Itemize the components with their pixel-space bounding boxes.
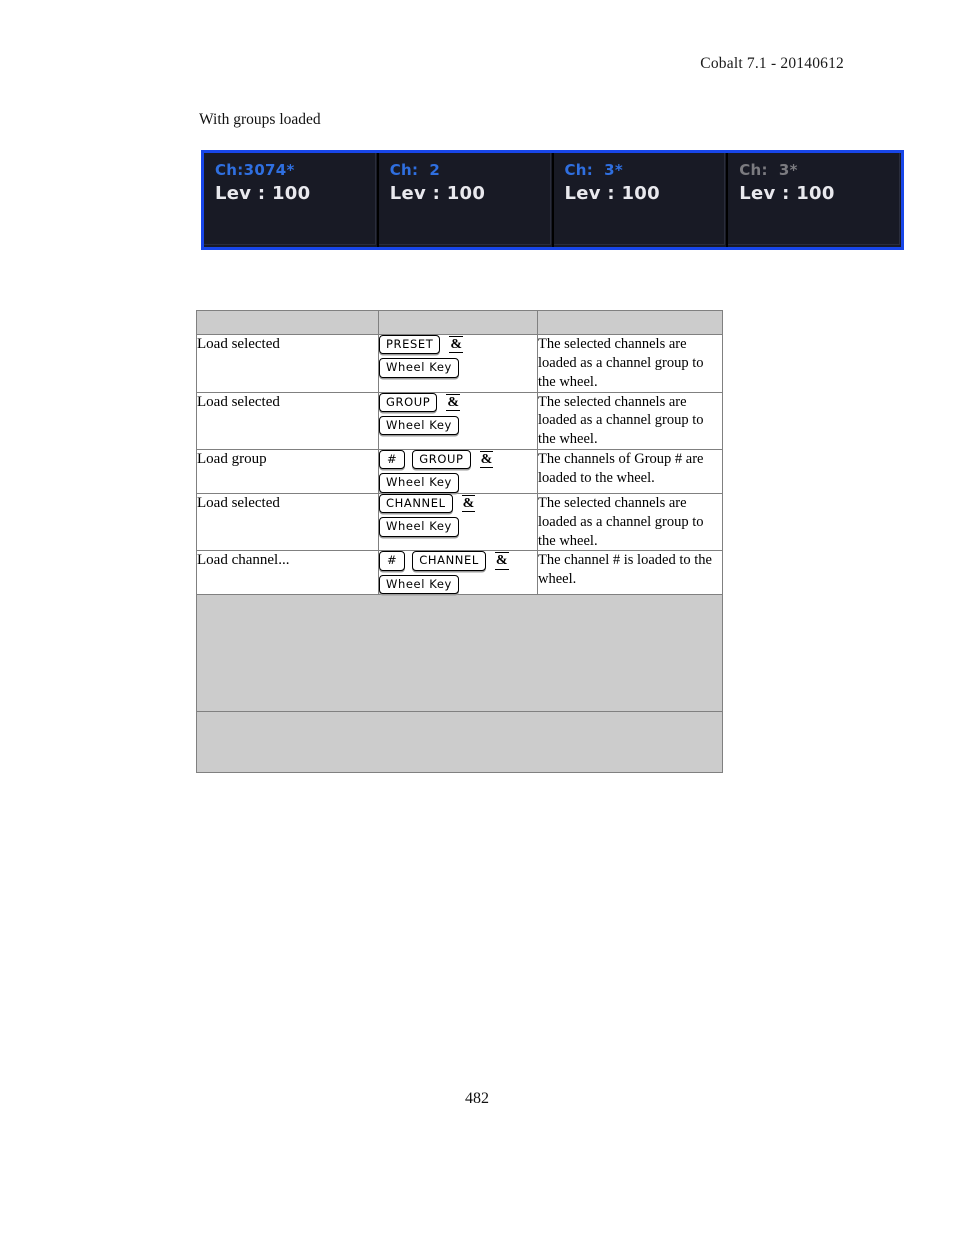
action-label: Load selected (196, 334, 379, 393)
key-combo-line-2: Wheel Key (379, 473, 537, 493)
keycap-wheel-key[interactable]: Wheel Key (379, 517, 459, 537)
key-combo-line-1: # CHANNEL & (379, 551, 537, 571)
channel-cell[interactable]: Ch: 3* Lev : 100 (553, 153, 729, 247)
key-combo-cell: GROUP & Wheel Key (378, 391, 538, 451)
channel-label: Ch: 2 (389, 161, 441, 179)
and-operator: & (479, 451, 494, 469)
filler-cell (196, 594, 723, 713)
keycap-[interactable]: # (379, 551, 406, 571)
channel-display-panel: Ch:3074* Lev : 100 Ch: 2 Lev : 100 Ch: 3… (201, 150, 904, 250)
description-text: The selected channels are loaded as a ch… (537, 334, 723, 393)
header-cell-description (537, 310, 723, 335)
keycap-channel[interactable]: CHANNEL (412, 551, 486, 571)
running-head: Cobalt 7.1 - 20140612 (700, 55, 844, 72)
keycap-wheel-key[interactable]: Wheel Key (379, 415, 459, 436)
table-header-row (196, 310, 723, 335)
action-label: Load channel... (196, 550, 379, 596)
action-label: Load selected (196, 492, 379, 552)
table-row: Load selected CHANNEL & Wheel Key The select… (196, 492, 723, 552)
channel-label: Ch:3074* (215, 161, 295, 179)
keycap-group[interactable]: GROUP (379, 392, 438, 412)
table-filler-row (196, 711, 723, 774)
key-combo-line-2: Wheel Key (379, 415, 537, 436)
key-combo-line-1: PRESET & (379, 335, 537, 355)
key-combo-cell: CHANNEL & Wheel Key (378, 492, 538, 552)
key-combo-line-2: Wheel Key (379, 358, 537, 378)
key-combo-line-1: CHANNEL & (379, 493, 537, 514)
description-text: The channel # is loaded to the wheel. (537, 550, 723, 596)
filler-cell (196, 711, 723, 774)
level-label: Lev : 100 (564, 183, 660, 205)
table-filler-row (196, 594, 723, 713)
description-text: The selected channels are loaded as a ch… (537, 391, 723, 451)
key-combo-line-1: GROUP & (379, 392, 537, 412)
keyboard-shortcut-table: Load selected PRESET & Wheel Key The selecte… (196, 310, 723, 774)
keycap-channel[interactable]: CHANNEL (379, 493, 453, 514)
description-text: The selected channels are loaded as a ch… (537, 492, 723, 552)
table-row: Load selected GROUP & Wheel Key The selected… (196, 391, 723, 451)
and-operator: & (494, 552, 509, 570)
and-operator: & (449, 335, 464, 354)
and-operator: & (461, 494, 476, 513)
key-combo-line-2: Wheel Key (379, 574, 537, 595)
action-label: Load group (196, 449, 379, 494)
figure-caption: With groups loaded (199, 111, 321, 128)
header-cell-keys (378, 310, 538, 335)
channel-cell[interactable]: Ch:3074* Lev : 100 (204, 153, 379, 247)
key-combo-line-1: # GROUP & (379, 450, 537, 470)
keycap-[interactable]: # (379, 450, 406, 470)
table-row: Load channel... # CHANNEL & Wheel Key The cha… (196, 550, 723, 596)
channel-label: Ch: 3* (564, 161, 624, 179)
action-label: Load selected (196, 391, 379, 451)
level-label: Lev : 100 (739, 183, 835, 205)
key-combo-cell: PRESET & Wheel Key (378, 334, 538, 393)
header-cell-action (196, 310, 379, 335)
keycap-wheel-key[interactable]: Wheel Key (379, 473, 459, 493)
level-label: Lev : 100 (215, 183, 311, 205)
page-number: 482 (465, 1090, 489, 1107)
level-label: Lev : 100 (389, 183, 486, 205)
channel-cell[interactable]: Ch: 3* Lev : 100 (728, 153, 901, 247)
table-row: Load group # GROUP & Wheel Key The channels o… (196, 449, 723, 494)
key-combo-cell: # GROUP & Wheel Key (378, 449, 538, 494)
keycap-wheel-key[interactable]: Wheel Key (379, 358, 459, 378)
keycap-group[interactable]: GROUP (412, 450, 471, 470)
key-combo-cell: # CHANNEL & Wheel Key (378, 550, 538, 596)
description-text: The channels of Group # are loaded to th… (537, 449, 723, 494)
channel-cell[interactable]: Ch: 2 Lev : 100 (378, 153, 554, 247)
key-combo-line-2: Wheel Key (379, 517, 537, 537)
channel-label: Ch: 3* (739, 161, 798, 179)
table-row: Load selected PRESET & Wheel Key The selecte… (196, 334, 723, 393)
keycap-preset[interactable]: PRESET (379, 335, 441, 355)
keycap-wheel-key[interactable]: Wheel Key (379, 574, 459, 595)
and-operator: & (446, 393, 460, 411)
